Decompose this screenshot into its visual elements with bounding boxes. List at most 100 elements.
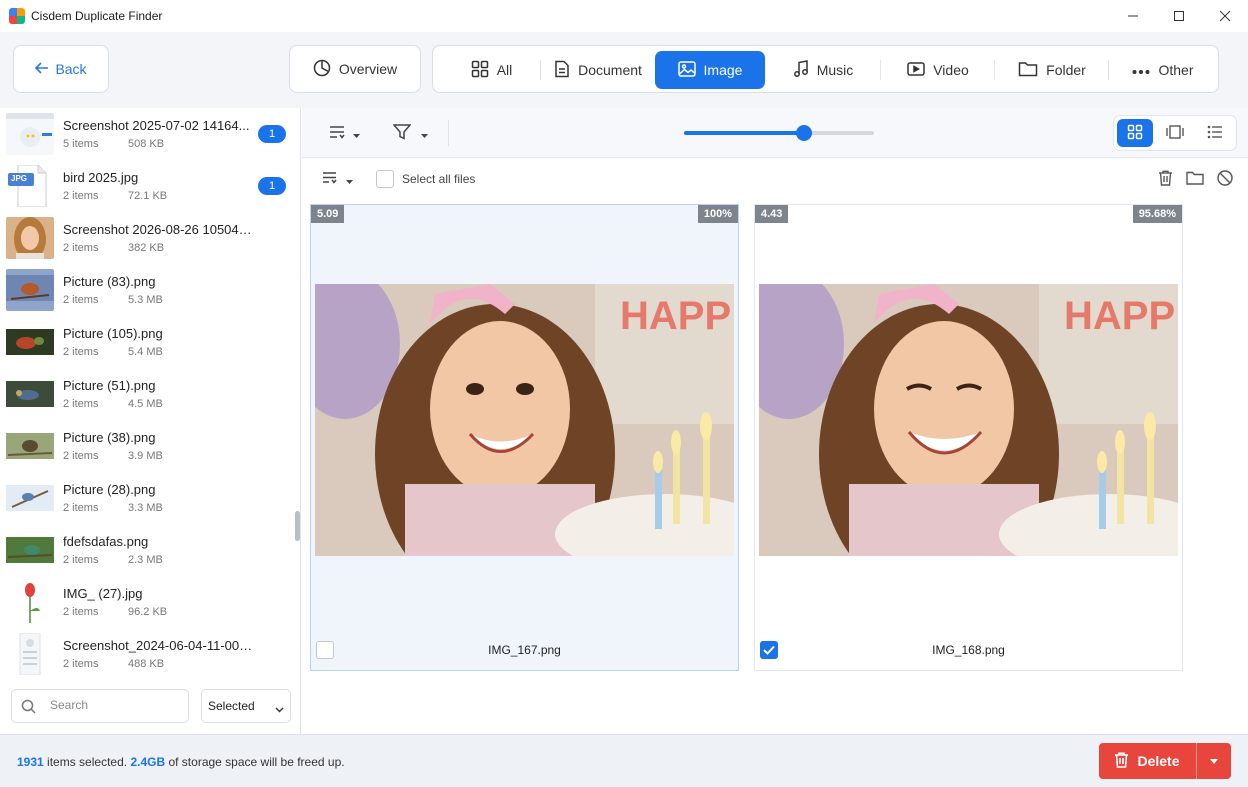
top-toolbar: Back Overview All Document Image Music V… [0, 32, 1248, 108]
group-size: 5.3 MB [128, 294, 163, 306]
file-name: IMG_168.png [932, 643, 1005, 657]
bird-thumbnail [6, 269, 54, 311]
scrollbar-thumb[interactable] [295, 511, 300, 541]
select-all-checkbox[interactable] [376, 170, 394, 188]
folder-icon [1186, 171, 1204, 188]
list-item[interactable]: fdefsdafas.png 2 items 2.3 MB [0, 524, 293, 576]
group-item-count: 2 items [63, 294, 99, 306]
group-size: 3.9 MB [128, 450, 163, 462]
ignore-button[interactable] [1215, 169, 1235, 189]
thumbnail-size-slider[interactable] [684, 125, 874, 141]
image-preview[interactable]: HAPP [315, 284, 734, 556]
overview-button[interactable]: Overview [289, 45, 421, 93]
flower-thumbnail [6, 581, 54, 623]
caret-down-icon [1210, 756, 1218, 767]
list-item[interactable]: Picture (83).png 2 items 5.3 MB [0, 264, 293, 316]
list-item[interactable]: Screenshot_2024-06-04-11-00-34-76... 2 i… [0, 628, 293, 680]
main-panel: Select all files 5.09 100% HAPP IMG_167.… [302, 108, 1248, 734]
image-preview[interactable]: HAPP [759, 284, 1178, 556]
svg-text:HAPP: HAPP [1064, 294, 1175, 338]
trash-icon [1158, 170, 1173, 189]
tab-image-label: Image [703, 62, 743, 78]
group-size: 3.3 MB [128, 502, 163, 514]
list-item[interactable]: Picture (28).png 2 items 3.3 MB [0, 472, 293, 524]
list-item[interactable]: JPG bird 2025.jpg 2 items 72.1 KB 1 [0, 160, 293, 212]
delete-label: Delete [1137, 753, 1180, 769]
image-card[interactable]: 4.43 95.68% HAPP IMG_168.png [754, 204, 1183, 671]
group-size: 5.4 MB [128, 346, 163, 358]
maximize-button[interactable] [1156, 0, 1202, 32]
group-name: Screenshot_2024-06-04-11-00-34-76... [63, 638, 253, 653]
bird-thumbnail [6, 373, 54, 415]
group-item-count: 2 items [63, 606, 99, 618]
selected-count: 1931 [17, 755, 44, 769]
list-item[interactable]: Screenshot 2026-08-26 105041.png 2 items… [0, 212, 293, 264]
grid-icon [1127, 124, 1143, 143]
list-view-button[interactable] [1197, 119, 1233, 147]
bird-thumbnail [6, 529, 54, 571]
group-item-count: 2 items [63, 450, 99, 462]
tab-video[interactable]: Video [883, 51, 993, 89]
group-item-count: 2 items [63, 554, 99, 566]
tab-image[interactable]: Image [655, 51, 765, 89]
sort-button[interactable] [324, 123, 364, 143]
delete-options-button[interactable] [1197, 743, 1231, 779]
svg-text:HAPP: HAPP [620, 294, 731, 338]
block-icon [1217, 169, 1233, 189]
document-icon [554, 60, 570, 81]
close-window-button[interactable] [1202, 0, 1248, 32]
list-item[interactable]: Picture (38).png 2 items 3.9 MB [0, 420, 293, 472]
group-size: 4.5 MB [128, 398, 163, 410]
sidebar-scrollbar[interactable] [293, 108, 301, 680]
list-icon [1207, 125, 1223, 142]
caret-down-icon [420, 126, 428, 141]
list-item[interactable]: Picture (105).png 2 items 5.4 MB [0, 316, 293, 368]
back-button[interactable]: Back [13, 45, 109, 93]
auto-select-button[interactable] [318, 170, 356, 188]
pie-chart-icon [313, 59, 331, 80]
grid-view-button[interactable] [1117, 119, 1153, 147]
tab-other[interactable]: Other [1111, 51, 1215, 89]
filter-dropdown-value: Selected [208, 699, 255, 713]
list-item[interactable]: IMG_ (27).jpg 2 items 96.2 KB [0, 576, 293, 628]
file-name: IMG_167.png [488, 643, 561, 657]
bird-thumbnail [6, 477, 54, 519]
list-item[interactable]: Screenshot 2025-07-02 14164... 5 items 5… [0, 108, 293, 160]
slider-handle[interactable] [795, 125, 812, 141]
search-input[interactable] [50, 698, 180, 712]
selected-count-badge: 1 [258, 125, 286, 143]
freed-space-size: 2.4GB [130, 755, 166, 769]
list-item[interactable]: Picture (51).png 2 items 4.5 MB [0, 368, 293, 420]
tab-divider [540, 60, 541, 80]
back-label: Back [55, 61, 87, 77]
similarity-badge: 95.68% [1132, 205, 1182, 223]
image-card[interactable]: 5.09 100% HAPP IMG_167.png [310, 204, 739, 671]
app-logo-icon [9, 8, 25, 24]
group-item-count: 2 items [63, 242, 99, 254]
chevron-down-icon [275, 702, 284, 716]
delete-button[interactable]: Delete [1099, 743, 1195, 779]
group-size: 508 KB [128, 138, 165, 150]
tab-all[interactable]: All [445, 51, 538, 89]
tab-folder[interactable]: Folder [997, 51, 1107, 89]
search-field[interactable] [11, 689, 189, 723]
delete-file-button[interactable] [1155, 169, 1175, 189]
sidebar-footer: Selected [0, 680, 300, 734]
duplicate-grid: 5.09 100% HAPP IMG_167.png 4.43 95.68% H… [302, 199, 1248, 734]
group-item-count: 5 items [63, 138, 99, 150]
title-bar: Cisdem Duplicate Finder [0, 0, 1248, 32]
overview-label: Overview [338, 61, 398, 77]
minimize-button[interactable] [1110, 0, 1156, 32]
category-tabs: All Document Image Music Video Folder Ot… [432, 45, 1219, 93]
compare-view-button[interactable] [1157, 119, 1193, 147]
tab-music[interactable]: Music [768, 51, 878, 89]
status-bar: 1931 items selected. 2.4GB of storage sp… [0, 734, 1248, 787]
group-name: Screenshot 2025-07-02 14164... [63, 118, 250, 133]
filter-dropdown[interactable]: Selected [201, 689, 291, 723]
portrait-thumbnail [6, 217, 54, 259]
open-folder-button[interactable] [1184, 169, 1206, 189]
tab-document[interactable]: Document [543, 51, 653, 89]
filter-button[interactable] [388, 123, 432, 143]
grid-icon [471, 60, 489, 81]
selection-summary: 1931 items selected. 2.4GB of storage sp… [17, 755, 345, 769]
